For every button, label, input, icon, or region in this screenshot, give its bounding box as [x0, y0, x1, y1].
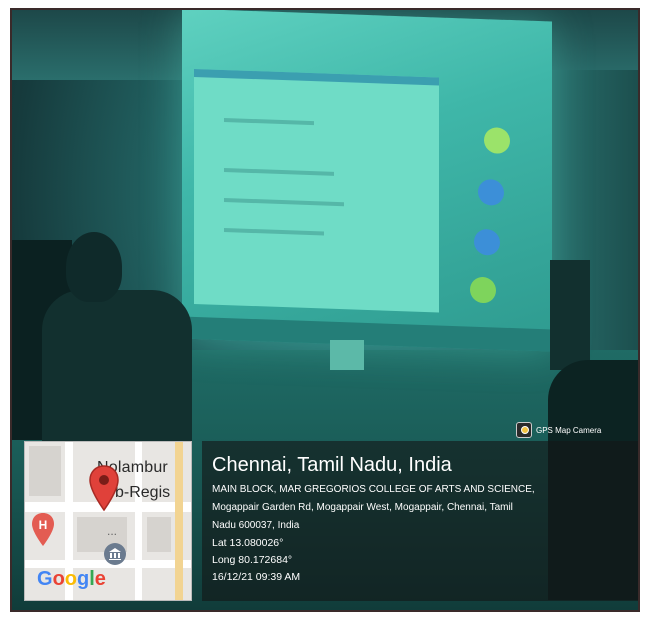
timestamp: 16/12/21 09:39 AM [212, 571, 301, 583]
projection-screen [182, 10, 552, 352]
map-ellipsis: ... [107, 524, 118, 538]
museum-icon [104, 543, 126, 565]
google-logo: Google [37, 568, 106, 590]
gps-map-camera-icon [516, 422, 532, 438]
address-line: Mogappair Garden Rd, Mogappair West, Mog… [212, 502, 513, 513]
seated-person-head [66, 232, 122, 302]
location-info-panel: Chennai, Tamil Nadu, India MAIN BLOCK, M… [202, 441, 638, 601]
svg-text:H: H [39, 518, 48, 532]
gps-badge-label: GPS Map Camera [536, 425, 602, 435]
location-pin-icon [89, 465, 119, 512]
projected-avatar [474, 228, 500, 256]
address-line: MAIN BLOCK, MAR GREGORIOS COLLEGE OF ART… [212, 484, 535, 495]
map-place-label: b-Regis [115, 484, 171, 501]
seated-person-body [42, 290, 192, 460]
address-line: Nadu 600037, India [212, 520, 300, 531]
projected-avatar [484, 127, 510, 154]
hospital-icon: H [32, 513, 54, 546]
projected-window [194, 68, 439, 313]
longitude: Long 80.172684° [212, 554, 293, 566]
gps-map-camera-badge: GPS Map Camera [516, 421, 601, 439]
projected-avatar [478, 178, 504, 206]
projector [330, 340, 364, 370]
projected-avatar [470, 276, 496, 304]
map-thumbnail: Nolambur b-Regis H ... Google [24, 441, 192, 601]
speaker [550, 260, 590, 370]
city-title: Chennai, Tamil Nadu, India [212, 454, 452, 476]
latitude: Lat 13.080026° [212, 537, 284, 549]
